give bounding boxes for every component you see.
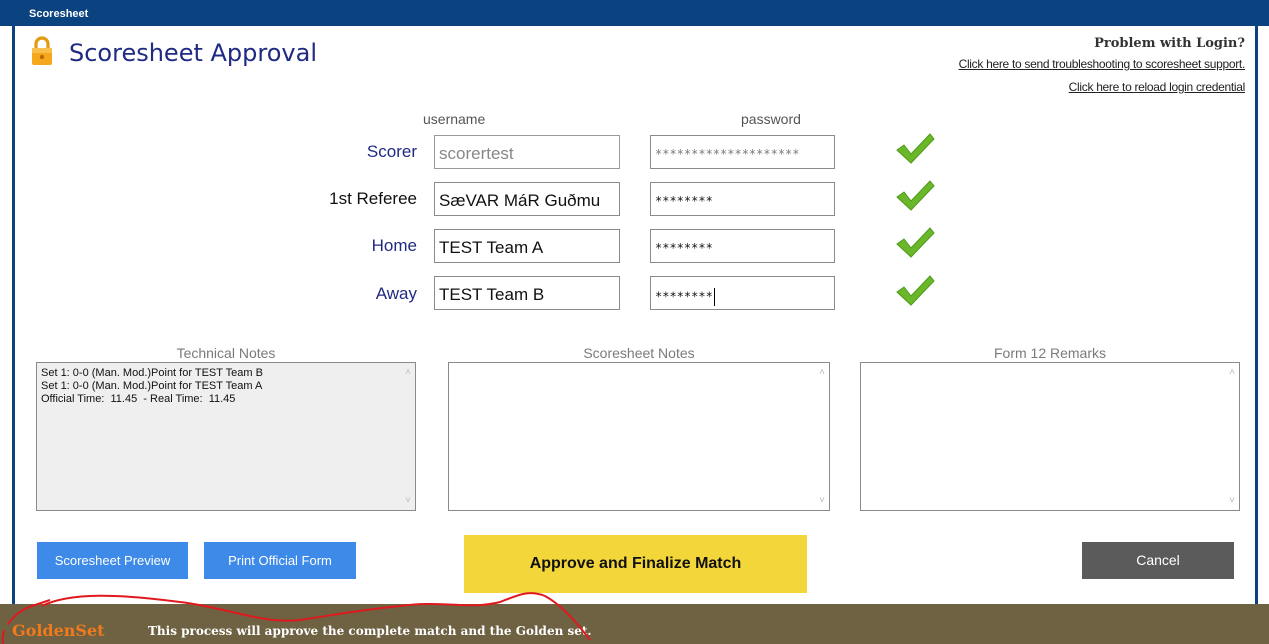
- window-frame-left: [0, 26, 15, 604]
- away-password-value: ********: [655, 289, 713, 304]
- password-column-header: password: [741, 111, 801, 127]
- referee-username-field[interactable]: SæVAR MáR Guðmu: [434, 182, 620, 216]
- scorer-username-field[interactable]: scorertest: [434, 135, 620, 169]
- home-password-field[interactable]: ********: [650, 229, 835, 263]
- text-caret: [713, 288, 715, 306]
- login-help-heading: Problem with Login?: [1094, 36, 1245, 51]
- home-checkmark-icon: [896, 227, 935, 258]
- technical-notes-title: Technical Notes: [176, 345, 276, 361]
- print-official-form-button[interactable]: Print Official Form: [204, 542, 356, 579]
- away-password-field[interactable]: ********: [650, 276, 835, 310]
- form12-remarks-box[interactable]: ˄ ˅: [860, 362, 1240, 511]
- troubleshoot-link[interactable]: Click here to send troubleshooting to sc…: [959, 57, 1246, 71]
- scoresheet-notes-title: Scoresheet Notes: [583, 345, 695, 361]
- referee-label: 1st Referee: [329, 189, 417, 208]
- referee-checkmark-icon: [896, 180, 935, 211]
- reload-credentials-link[interactable]: Click here to reload login credential: [1069, 80, 1246, 94]
- scroll-up-icon[interactable]: ˄: [405, 367, 411, 378]
- home-label: Home: [371, 236, 417, 255]
- lock-icon: [32, 36, 52, 65]
- window-title: Scoresheet: [29, 8, 89, 20]
- scroll-up-icon[interactable]: ˄: [1229, 367, 1235, 378]
- window-frame-right: [1255, 26, 1269, 604]
- goldenset-brand: GoldenSet: [12, 621, 105, 640]
- scroll-down-icon[interactable]: ˅: [819, 495, 825, 506]
- status-message: This process will approve the complete m…: [148, 624, 592, 638]
- away-username-field[interactable]: TEST Team B: [434, 276, 620, 310]
- scroll-down-icon[interactable]: ˅: [1229, 495, 1235, 506]
- scorer-label: Scorer: [366, 142, 417, 161]
- home-username-field[interactable]: TEST Team A: [434, 229, 620, 263]
- away-checkmark-icon: [896, 275, 935, 306]
- status-bar: GoldenSet This process will approve the …: [0, 604, 1269, 644]
- form12-remarks-title: Form 12 Remarks: [993, 345, 1107, 361]
- scroll-up-icon[interactable]: ˄: [819, 367, 825, 378]
- scorer-password-field[interactable]: ********************: [650, 135, 835, 169]
- window-title-bar: Scoresheet: [0, 0, 1269, 26]
- scorer-checkmark-icon: [896, 133, 935, 164]
- technical-notes-box[interactable]: Set 1: 0-0 (Man. Mod.)Point for TEST Tea…: [36, 362, 416, 511]
- scoresheet-preview-button[interactable]: Scoresheet Preview: [37, 542, 188, 579]
- page-title: Scoresheet Approval: [69, 39, 317, 67]
- username-column-header: username: [423, 111, 486, 127]
- approve-finalize-button[interactable]: Approve and Finalize Match: [464, 535, 807, 593]
- scroll-down-icon[interactable]: ˅: [405, 495, 411, 506]
- referee-password-field[interactable]: ********: [650, 182, 835, 216]
- away-label: Away: [375, 284, 417, 303]
- scoresheet-notes-box[interactable]: ˄ ˅: [448, 362, 830, 511]
- technical-notes-text: Set 1: 0-0 (Man. Mod.)Point for TEST Tea…: [41, 367, 263, 405]
- cancel-button[interactable]: Cancel: [1082, 542, 1234, 579]
